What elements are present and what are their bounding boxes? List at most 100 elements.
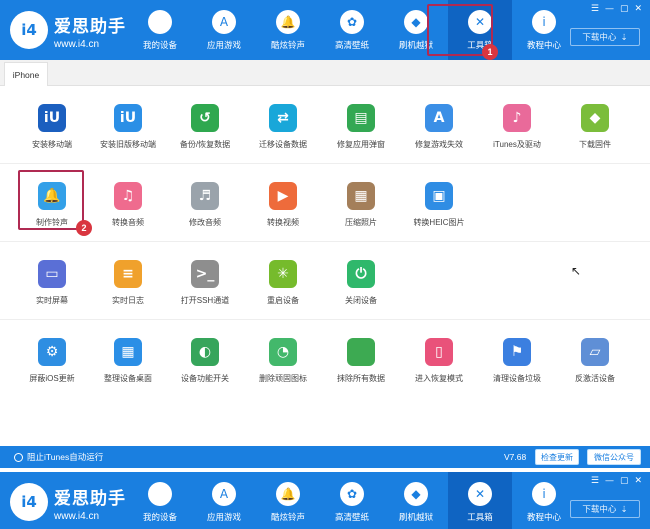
tool-shutdown-device[interactable]: ⏻ 关闭设备: [322, 246, 400, 318]
nav-item-ringtones[interactable]: 🔔 酷炫铃声: [256, 472, 320, 529]
nav-item-apps[interactable]: A 应用游戏: [192, 472, 256, 529]
tool-clean-junk[interactable]: ⚑ 清理设备垃圾: [478, 324, 556, 396]
tool-backup-restore[interactable]: ↺ 备份/恢复数据: [166, 90, 244, 162]
nav-item-flash-jailbreak[interactable]: ◆ 刷机越狱: [384, 472, 448, 529]
appstore-icon: A: [212, 9, 236, 34]
device-tab-bar: iPhone: [0, 60, 650, 86]
app-name: 爱思助手: [54, 17, 126, 36]
download-label: 下载中心: [582, 504, 617, 514]
dropbox-icon: ◆: [404, 481, 428, 506]
brand: 爱思助手 www.i4.cn: [54, 484, 126, 522]
minimize-icon[interactable]: —: [605, 476, 614, 486]
screen-icon: ▭: [38, 260, 66, 288]
flower-icon: ✿: [340, 481, 364, 506]
tool-restart-device[interactable]: ✳ 重启设备: [244, 246, 322, 318]
tool-deactivate-device[interactable]: ▱ 反激活设备: [556, 324, 634, 396]
nav-item-toolbox[interactable]: ✕ 工具箱: [448, 472, 512, 529]
tool-repair-popup[interactable]: ▤ 修复应用弹窗: [322, 90, 400, 162]
tool-convert-video[interactable]: ▶ 转换视频: [244, 168, 322, 240]
download-label: 下载中心: [582, 32, 617, 42]
close-icon[interactable]: ✕: [634, 476, 642, 486]
nav-item-ringtones[interactable]: 🔔 酷炫铃声: [256, 0, 320, 60]
tool-recovery-mode[interactable]: ▯ 进入恢复模式: [400, 324, 478, 396]
firmware-icon: ◆: [581, 104, 609, 132]
tool-label: 安装移动端: [32, 140, 72, 149]
ringtone-highlight: [18, 170, 84, 230]
tool-open-ssh[interactable]: >_ 打开SSH通道: [166, 246, 244, 318]
tool-edit-audio[interactable]: ♬ 修改音频: [166, 168, 244, 240]
nav-item-wallpapers[interactable]: ✿ 高清壁纸: [320, 472, 384, 529]
migrate-icon: ⇄: [269, 104, 297, 132]
tool-install-old-mobile[interactable]: iU 安装旧版移动端: [89, 90, 167, 162]
tool-label: 实时日志: [112, 296, 144, 305]
i4-icon: iU: [38, 104, 66, 132]
tool-repair-game[interactable]: A 修复游戏失效: [400, 90, 478, 162]
tab-iphone[interactable]: iPhone: [4, 62, 48, 86]
nav-item-my-device[interactable]: 我的设备: [128, 472, 192, 529]
tool-compress-photo[interactable]: ▦ 压缩照片: [322, 168, 400, 240]
tool-label: 整理设备桌面: [104, 374, 152, 383]
ssh-icon: >_: [191, 260, 219, 288]
edit-audio-icon: ♬: [191, 182, 219, 210]
app-url: www.i4.cn: [54, 39, 100, 50]
tool-install-mobile[interactable]: iU 安装移动端: [13, 90, 91, 162]
block-itunes-label: 阻止iTunes自动运行: [27, 452, 104, 462]
status-bar: 阻止iTunes自动运行 V7.68 检查更新 微信公众号: [0, 446, 650, 468]
tool-label: 下载固件: [579, 140, 611, 149]
nav-item-my-device[interactable]: 我的设备: [128, 0, 192, 60]
tool-label: 实时屏幕: [36, 296, 68, 305]
tool-live-log[interactable]: ≡ 实时日志: [89, 246, 167, 318]
tool-download-firmware[interactable]: ◆ 下载固件: [556, 90, 634, 162]
block-itunes-toggle[interactable]: 阻止iTunes自动运行: [14, 451, 103, 463]
tool-convert-audio[interactable]: ♫ 转换音频: [89, 168, 167, 240]
close-icon[interactable]: ✕: [634, 4, 642, 14]
tool-feature-switch[interactable]: ◐ 设备功能开关: [166, 324, 244, 396]
nav-item-apps[interactable]: A 应用游戏: [192, 0, 256, 60]
nav-item-tutorials[interactable]: i 教程中心: [512, 0, 576, 60]
bell-icon: 🔔: [276, 9, 300, 34]
tool-live-screen[interactable]: ▭ 实时屏幕: [13, 246, 91, 318]
tool-block-ios-update[interactable]: ⚙ 屏蔽iOS更新: [13, 324, 91, 396]
tool-organize-desktop[interactable]: ▦ 整理设备桌面: [89, 324, 167, 396]
minimize-icon[interactable]: —: [605, 4, 614, 14]
tool-migrate-data[interactable]: ⇄ 迁移设备数据: [244, 90, 322, 162]
version-label: V7.68: [504, 452, 527, 462]
nav-item-tutorials[interactable]: i 教程中心: [512, 472, 576, 529]
download-center-button[interactable]: 下载中心 ⇣: [570, 28, 640, 46]
desktop-icon: ▦: [114, 338, 142, 366]
download-icon: ⇣: [620, 31, 628, 42]
tool-convert-heic[interactable]: ▣ 转换HEIC图片: [400, 168, 478, 240]
tool-itunes-driver[interactable]: ♪ iTunes及驱动: [478, 90, 556, 162]
tool-row: ▭ 实时屏幕 ≡ 实时日志 >_ 打开SSH通道 ✳ 重启设备 ⏻ 关闭设备: [0, 242, 650, 320]
step-badge-1: 1: [482, 44, 498, 60]
tool-label: 屏蔽iOS更新: [29, 374, 75, 383]
download-center-button[interactable]: 下载中心 ⇣: [570, 500, 640, 518]
convert-audio-icon: ♫: [114, 182, 142, 210]
tool-label: 转换音频: [112, 218, 144, 227]
tool-erase-all-data[interactable]: 抹除所有数据: [322, 324, 400, 396]
wechat-button[interactable]: 微信公众号: [587, 449, 641, 465]
menu-icon[interactable]: ☰: [591, 476, 599, 486]
tool-label: 压缩照片: [345, 218, 377, 227]
log-icon: ≡: [114, 260, 142, 288]
maximize-icon[interactable]: ▢: [620, 4, 629, 14]
repair-game-icon: A: [425, 104, 453, 132]
maximize-icon[interactable]: ▢: [620, 476, 629, 486]
tool-label: 迁移设备数据: [259, 140, 307, 149]
power-icon: ⏻: [347, 260, 375, 288]
info-icon: i: [532, 9, 556, 34]
check-update-button[interactable]: 检查更新: [535, 449, 579, 465]
block-update-icon: ⚙: [38, 338, 66, 366]
tool-label: 关闭设备: [345, 296, 377, 305]
mouse-cursor-icon: ↖: [571, 264, 582, 278]
backup-icon: ↺: [191, 104, 219, 132]
main-nav: 我的设备 A 应用游戏 🔔 酷炫铃声 ✿ 高清壁纸 ◆ 刷机越狱 ✕ 工具箱 i…: [128, 472, 576, 529]
tool-label: 打开SSH通道: [180, 296, 230, 305]
tool-delete-stubborn-icons[interactable]: ◔ 删除顽固图标: [244, 324, 322, 396]
menu-icon[interactable]: ☰: [591, 4, 599, 14]
apple-icon: [148, 9, 172, 34]
nav-label: 酷炫铃声: [270, 511, 305, 522]
nav-item-wallpapers[interactable]: ✿ 高清壁纸: [320, 0, 384, 60]
recovery-icon: ▯: [425, 338, 453, 366]
tool-label: 修复应用弹窗: [337, 140, 385, 149]
